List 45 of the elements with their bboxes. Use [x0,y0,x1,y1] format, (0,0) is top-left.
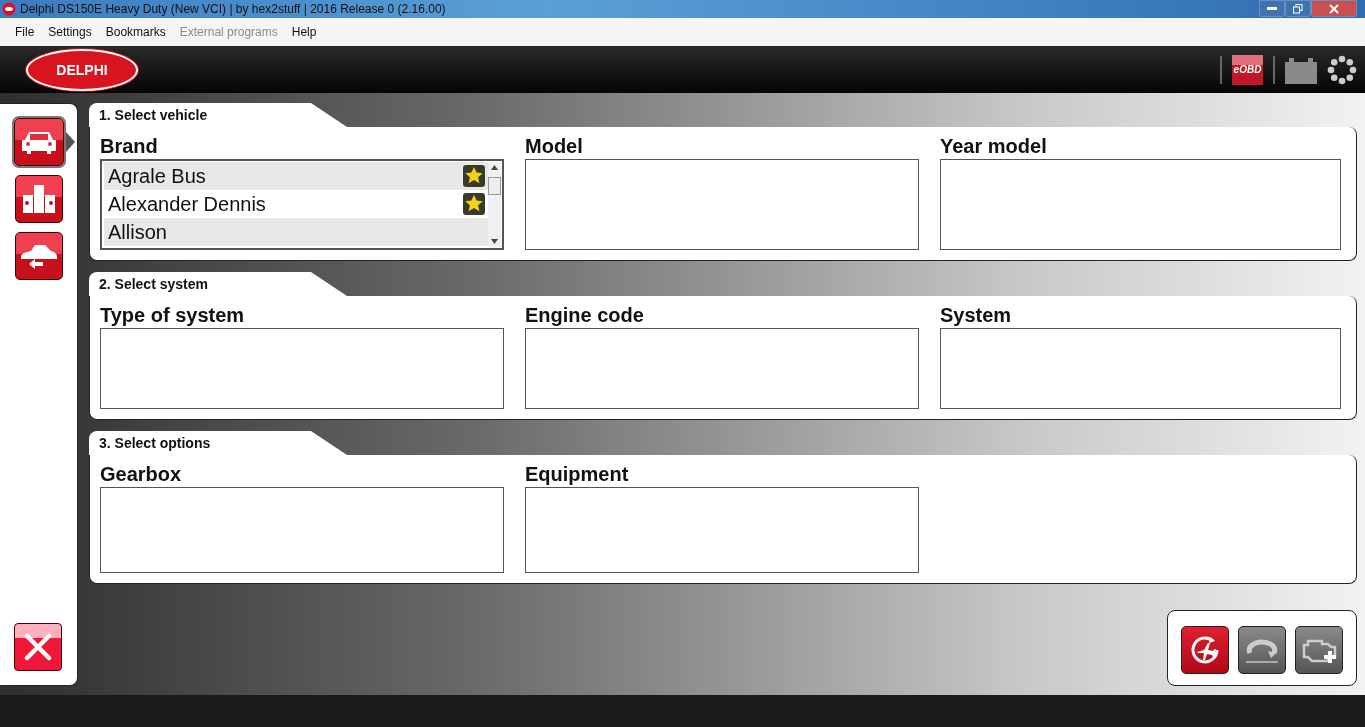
menu-item[interactable]: Settings [41,25,99,39]
menu-item[interactable]: Bookmarks [98,25,173,39]
field-label: System [940,303,1013,328]
select-box[interactable] [525,487,919,573]
app-icon [2,2,16,16]
select-box[interactable] [100,487,504,573]
car-icon [21,129,57,155]
list-item[interactable]: Agrale Bus [104,162,488,190]
select-box[interactable] [100,328,504,409]
select-box[interactable] [940,328,1341,409]
sidebar-tab[interactable] [15,232,63,280]
menu-item[interactable]: Help [284,25,324,39]
field-label: Gearbox [100,462,183,487]
brand-logo: DELPHI [26,48,138,91]
sidebar-tab[interactable] [14,118,64,166]
field-label: Year model [940,134,1048,159]
restore-button[interactable] [1285,0,1311,17]
minimize-button[interactable] [1259,0,1285,17]
select-box[interactable] [940,159,1341,250]
battery-icon [1285,55,1317,84]
up-arrow-icon [491,165,498,170]
field-label: Brand [100,134,159,159]
select-box[interactable] [525,328,919,409]
field-label: Model [525,134,584,159]
select-box[interactable] [525,159,919,250]
field-label: Type of system [100,303,246,328]
sidebar-tab[interactable] [15,175,63,223]
close-icon [23,632,53,662]
field-label: Engine code [525,303,645,328]
scroll-bar[interactable] [488,162,501,247]
brand-list[interactable]: Agrale Bus Alexander Dennis Allison [100,159,504,250]
eobd-button[interactable]: eOBD [1232,54,1263,85]
window-title: Delphi DS150E Heavy Duty (New VCI) | by hex2stuff | 2016 Release 0 (2.16.00) [20,2,447,16]
scroll-thumb[interactable] [488,177,501,195]
pointer-icon [66,132,75,152]
restore-icon [1293,3,1303,14]
action-button[interactable] [1181,626,1229,674]
field-label: Equipment [525,462,630,487]
loading-icon [1327,54,1357,85]
minimize-icon [1267,6,1277,11]
close-icon [1329,3,1339,14]
down-arrow-icon [491,239,498,244]
list-item[interactable]: Allison [104,218,488,246]
menu-item[interactable]: File [8,25,42,39]
close-button[interactable] [14,623,62,671]
